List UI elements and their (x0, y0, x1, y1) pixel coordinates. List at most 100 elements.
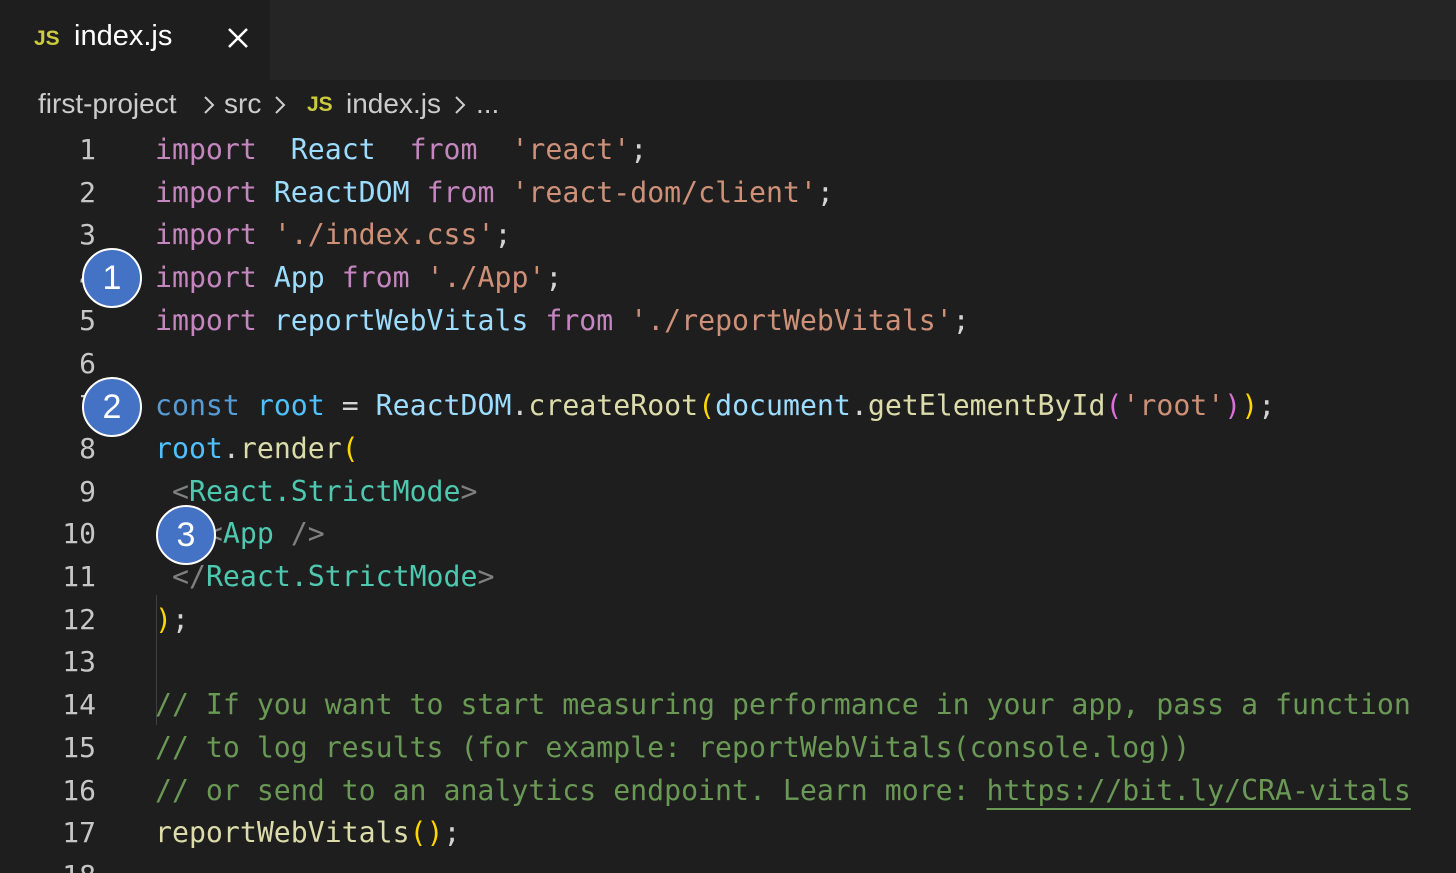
annotation-marker-1: 1 (82, 248, 142, 308)
line-number: 14 (62, 688, 96, 722)
code-token: document (715, 389, 851, 423)
code-token: 'root' (1122, 389, 1225, 423)
code-token: . (222, 431, 240, 465)
code-token: root (256, 389, 325, 423)
code-token: './reportWebVitals' (630, 303, 953, 337)
code-token: reportWebVitals (273, 303, 529, 337)
code-token: > (460, 474, 478, 508)
code-token: // If you want to start measuring perfor… (155, 688, 1411, 722)
code-line: import ReactDOM from 'react-dom/client'; (155, 172, 834, 214)
line-number: 17 (62, 816, 96, 850)
code-line: <React.StrictMode> (155, 471, 478, 513)
code-token: ( (341, 431, 359, 465)
code-token: 'react-dom/client' (511, 175, 817, 209)
breadcrumb-item-more[interactable]: ... (476, 88, 499, 120)
code-line: // to log results (for example: reportWe… (155, 727, 1190, 769)
chevron-right-icon (204, 96, 215, 114)
code-link[interactable]: https://bit.ly/CRA-vitals (987, 774, 1411, 807)
code-token: React.StrictMode (188, 474, 461, 508)
code-token: React.StrictMode (205, 560, 478, 593)
code-line: import App from './App'; (155, 257, 562, 299)
code-token: reportWebVitals (155, 816, 410, 850)
code-token: from (341, 261, 410, 295)
code-token: ( (698, 389, 716, 423)
code-token: ; (816, 175, 834, 209)
code-token: from (409, 133, 478, 166)
breadcrumb-item-index-js[interactable]: index.js (346, 88, 441, 120)
code-token: render (239, 431, 342, 465)
code-token: App (273, 261, 325, 295)
code-token: ( (1105, 389, 1123, 423)
code-token: from (426, 175, 495, 209)
code-token: ; (630, 133, 648, 166)
line-number: 8 (79, 431, 96, 465)
code-token: . (850, 389, 868, 423)
tab-index-js[interactable]: JS index.js (0, 0, 270, 80)
code-line: reportWebVitals(); (155, 812, 461, 854)
code-token: // to log results (for example: reportWe… (155, 730, 1191, 764)
close-icon[interactable] (224, 24, 252, 52)
breadcrumb: first-project src JS index.js ... (0, 80, 1456, 130)
line-number: 5 (79, 303, 96, 337)
chevron-right-icon (455, 96, 466, 114)
code-line: import reportWebVitals from './reportWeb… (155, 300, 970, 342)
tab-title: index.js (74, 20, 173, 52)
code-token: 'react' (511, 133, 631, 166)
code-token: ; (494, 218, 512, 252)
code-line: // If you want to start measuring perfor… (155, 684, 1411, 726)
code-token: ; (1258, 389, 1276, 423)
code-token: import (155, 133, 257, 166)
annotation-marker-2: 2 (82, 377, 142, 437)
code-token: './index.css' (273, 218, 495, 252)
code-token: import (155, 303, 257, 337)
code-token: ReactDOM (273, 175, 410, 209)
line-number: 3 (79, 218, 96, 252)
javascript-file-icon: JS (307, 93, 333, 116)
code-editor[interactable]: 123456789101112131415161718import React … (0, 128, 1456, 873)
code-line: import './index.css'; (155, 214, 511, 256)
breadcrumb-item-first-project[interactable]: first-project (38, 88, 176, 120)
line-number: 2 (79, 175, 96, 209)
code-token: ReactDOM (375, 389, 512, 423)
code-line: import React from 'react'; (155, 129, 647, 171)
code-token: ) (1224, 389, 1242, 423)
line-number: 15 (62, 730, 96, 764)
code-token: () (409, 816, 444, 850)
code-token: . (511, 389, 529, 423)
line-number: 13 (62, 645, 96, 679)
code-token: </ (171, 560, 206, 593)
line-number: 16 (62, 773, 96, 807)
code-token: ; (545, 261, 563, 295)
javascript-file-icon: JS (34, 27, 60, 50)
line-number: 1 (79, 133, 96, 166)
breadcrumb-item-src[interactable]: src (224, 88, 261, 120)
code-token: /> (290, 517, 325, 551)
code-token: // or send to an analytics endpoint. Lea… (155, 773, 987, 807)
chevron-right-icon (275, 96, 286, 114)
line-number: 11 (62, 560, 96, 593)
line-number: 9 (79, 474, 96, 508)
code-line: </React.StrictMode> (155, 556, 494, 598)
tab-bar: JS index.js (0, 0, 1456, 80)
code-token: import (155, 175, 257, 209)
code-line: const root = ReactDOM.createRoot(documen… (155, 385, 1275, 427)
code-token: import (155, 218, 257, 252)
code-token: ; (952, 303, 970, 337)
code-token: createRoot (528, 389, 699, 423)
code-token: < (171, 474, 189, 508)
code-token: root (155, 431, 223, 465)
